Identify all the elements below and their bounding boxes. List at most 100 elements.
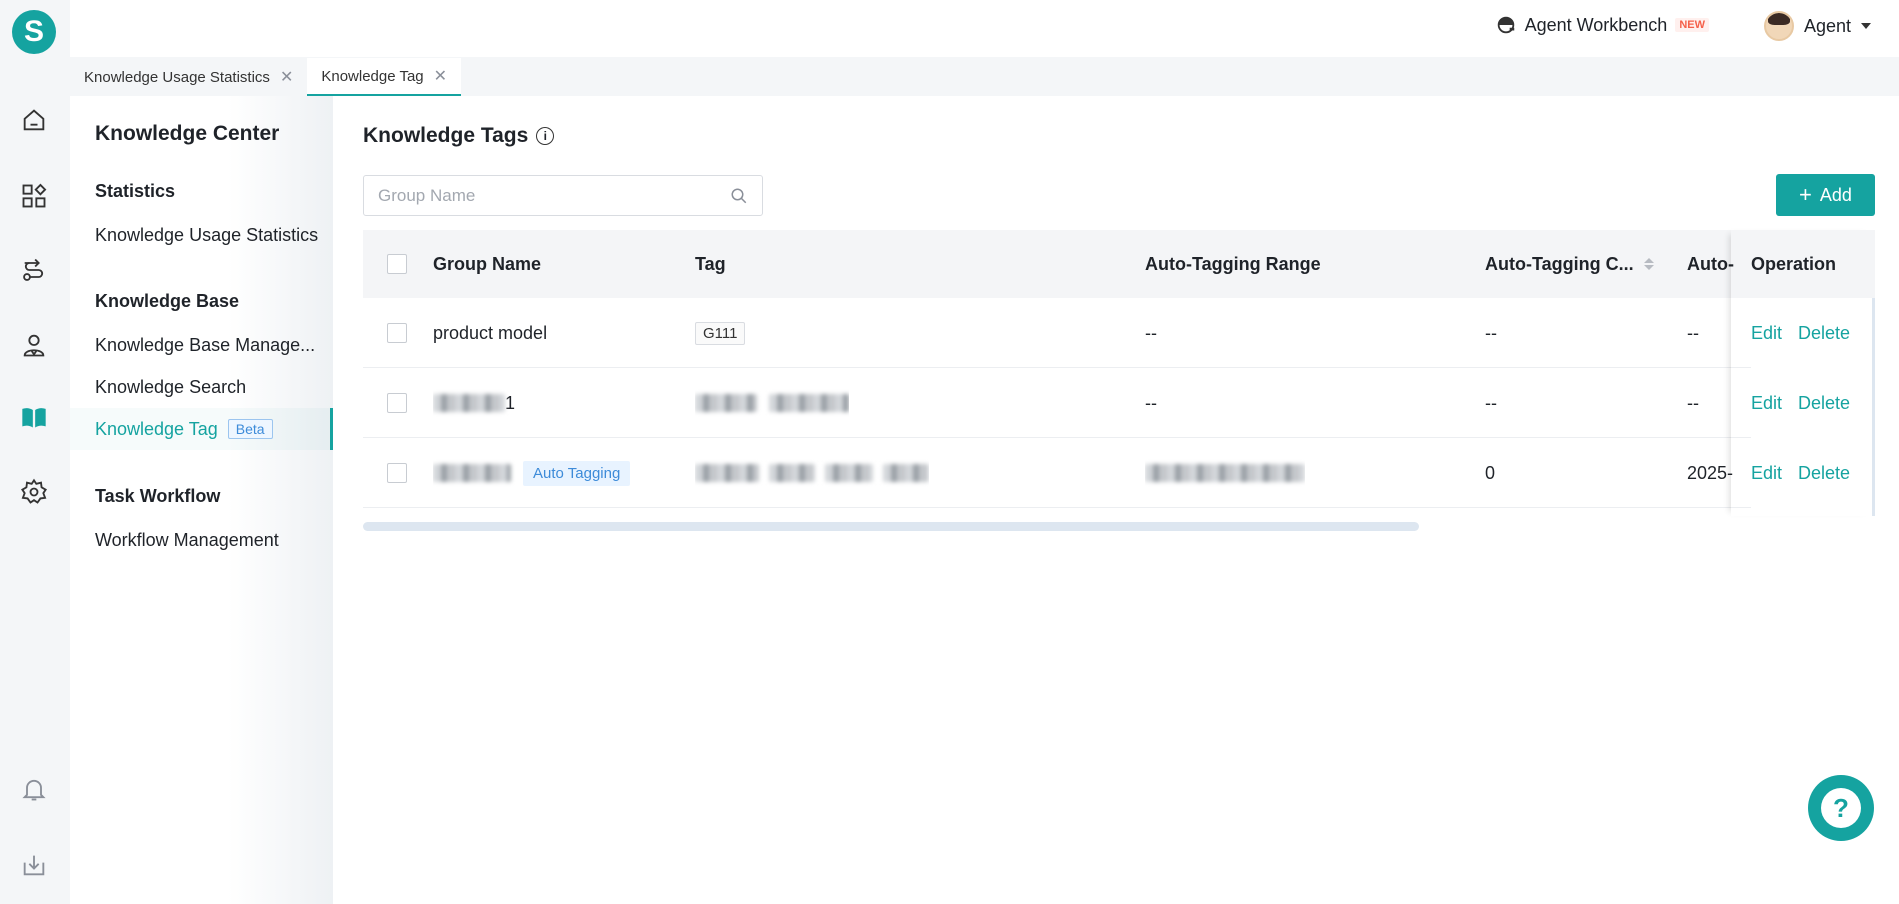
user-name: Agent [1803,15,1851,36]
col-operation: Operation [1747,230,1875,298]
edit-link[interactable]: Edit [1751,393,1782,414]
redacted-tag [769,394,849,412]
row-checkbox[interactable] [387,323,407,343]
redacted-text [433,464,511,482]
operation-cell: Edit Delete [1751,438,1875,508]
sidebar-item-knowledge-search[interactable]: Knowledge Search [70,366,333,408]
col-tag: Tag [695,253,726,274]
sidebar-item-workflow-management[interactable]: Workflow Management [70,519,333,561]
redacted-tag [825,464,873,482]
tag-chip: G111 [695,321,746,345]
delete-link[interactable]: Delete [1798,393,1850,414]
sidebar-item-label: Knowledge Search [95,376,247,397]
user-service-icon[interactable] [18,329,50,361]
delete-link[interactable]: Delete [1798,323,1850,344]
sidebar-group-knowledge-base: Knowledge Base [95,291,240,311]
tag-cell [695,368,849,438]
info-icon[interactable]: i [536,127,555,145]
headset-icon [1497,16,1514,34]
apps-icon[interactable] [18,180,50,212]
help-icon: ? [1821,788,1861,828]
sidebar-item-knowledge-usage-statistics[interactable]: Knowledge Usage Statistics [70,214,333,256]
select-all-checkbox[interactable] [387,254,407,274]
col-auto-tagging-range: Auto-Tagging Range [1145,253,1321,274]
tag-cell: G111 [695,298,753,368]
group-name-cell: product model [433,322,548,343]
bell-icon[interactable] [18,773,50,805]
route-icon[interactable] [18,254,50,286]
row-select-cell [387,298,407,368]
table-row: Auto Tagging 0 2025- Edit Delete [363,438,1875,508]
sidebar-item-label: Knowledge Base Manage... [95,334,316,355]
table-row: product model G111 -- -- -- Edit Delete [363,298,1875,368]
range-cell [1145,438,1305,508]
row-checkbox[interactable] [387,463,407,483]
row-select-cell [387,438,407,508]
redacted-tag [769,464,815,482]
main-content: Knowledge Tags i + Add Group Name Tag Au… [333,96,1899,904]
top-bar: Agent Workbench NEW Agent [70,0,1899,57]
redacted-text [433,394,505,412]
vertical-scrollbar[interactable] [1872,298,1875,516]
count-cell: -- [1485,392,1497,413]
group-name-cell: 1 [433,368,515,438]
sidebar-item-knowledge-tag[interactable]: Knowledge Tag Beta [70,408,333,450]
delete-link[interactable]: Delete [1798,463,1850,484]
home-icon[interactable] [18,104,50,136]
redacted-tag [695,394,757,412]
search-input[interactable] [378,185,730,206]
help-button[interactable]: ? [1808,775,1874,841]
row-checkbox[interactable] [387,393,407,413]
count-cell: -- [1485,322,1497,343]
auto-cell: -- [1687,392,1699,413]
workbench-label: Agent Workbench [1524,14,1668,35]
search-icon[interactable] [730,187,748,205]
add-button[interactable]: + Add [1776,174,1875,216]
count-cell: 0 [1485,462,1496,483]
group-name-cell: Auto Tagging [433,438,631,508]
plus-icon: + [1799,182,1812,207]
sidebar-group-statistics: Statistics [95,181,176,201]
close-icon[interactable]: ✕ [434,66,447,86]
sidebar-item-knowledge-base-management[interactable]: Knowledge Base Manage... [70,324,333,366]
app-logo[interactable]: S [12,10,56,54]
group-name-text: 1 [505,392,516,413]
chevron-down-icon [1861,23,1871,29]
sidebar-item-label: Workflow Management [95,529,279,550]
book-icon[interactable] [18,401,50,433]
row-select-cell [387,368,407,438]
beta-badge: Beta [227,419,273,439]
user-menu[interactable]: Agent [1763,11,1871,41]
page-title: Knowledge Tags i [363,124,555,148]
operation-cell: Edit Delete [1751,298,1875,368]
tab-label: Knowledge Tag [321,67,424,85]
col-label: Auto-Tagging C... [1485,253,1634,274]
tab-knowledge-usage-statistics[interactable]: Knowledge Usage Statistics ✕ [70,58,307,96]
edit-link[interactable]: Edit [1751,323,1782,344]
page-title-text: Knowledge Tags [363,124,529,147]
settings-icon[interactable] [18,476,50,508]
knowledge-center-sidebar: Knowledge Center Statistics Knowledge Us… [70,96,333,904]
sidebar-item-label: Knowledge Tag [95,418,218,439]
col-auto-tagging-count[interactable]: Auto-Tagging C... [1485,230,1654,298]
auto-cell: 2025- [1687,462,1734,483]
add-button-label: Add [1819,184,1852,205]
sort-icon[interactable] [1643,258,1654,270]
redacted-range [1145,464,1305,482]
agent-workbench-link[interactable]: Agent Workbench NEW [1495,14,1709,36]
download-icon[interactable] [18,849,50,881]
tab-knowledge-tag[interactable]: Knowledge Tag ✕ [307,58,462,96]
close-icon[interactable]: ✕ [280,67,293,87]
col-group-name: Group Name [433,253,542,274]
avatar [1763,11,1794,41]
redacted-tag [883,464,929,482]
horizontal-scrollbar[interactable] [363,522,1419,531]
edit-link[interactable]: Edit [1751,463,1782,484]
select-all-cell [387,230,407,298]
sidebar-item-label: Knowledge Usage Statistics [95,224,319,245]
tag-cell [695,438,929,508]
new-badge: NEW [1675,18,1709,32]
redacted-tag [695,464,759,482]
knowledge-tags-table: Group Name Tag Auto-Tagging Range Auto-T… [363,230,1875,531]
table-row: 1 -- -- -- Edit Delete [363,368,1875,438]
